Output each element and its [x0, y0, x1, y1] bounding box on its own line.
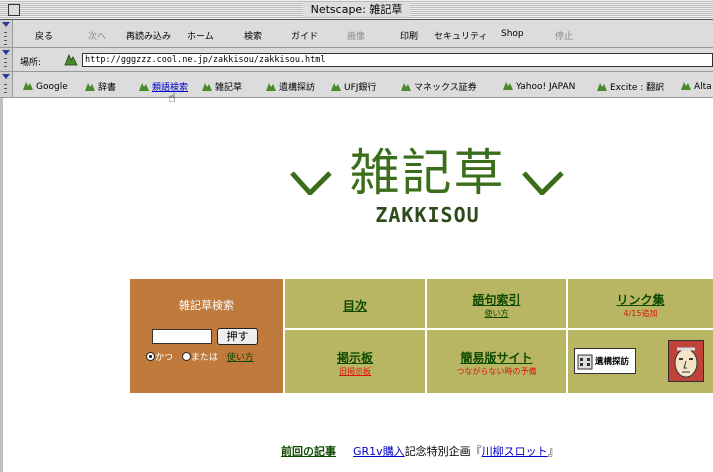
bbs-cell: 掲示板 旧掲示板: [285, 330, 425, 393]
old-bbs-link[interactable]: 旧掲示板: [285, 366, 425, 377]
search-panel-title: 雑記草検索: [179, 299, 234, 312]
bookmark-ufj-bank[interactable]: UFJ銀行: [330, 80, 376, 93]
back-button[interactable]: 戻る: [35, 29, 53, 42]
bookmark-icon: [503, 82, 513, 90]
toolbar-collapse-tab[interactable]: [0, 20, 13, 47]
bbs-link[interactable]: 掲示板: [285, 349, 425, 366]
right-sprout-icon: [522, 171, 564, 195]
index-howto-link[interactable]: 使い方: [427, 308, 566, 319]
prev-article-link[interactable]: 前回の記事: [281, 445, 336, 458]
logo-latin: ZAKKISOU: [375, 203, 480, 227]
page-proxy-icon[interactable]: [64, 53, 78, 66]
location-label: 場所:: [20, 58, 42, 68]
forward-button[interactable]: 次へ: [88, 29, 106, 42]
window-left-edge: [0, 98, 3, 472]
face-portrait-image[interactable]: [668, 340, 704, 382]
bookmark-icon: [139, 83, 149, 91]
close-box[interactable]: [8, 4, 20, 16]
purchase-link[interactable]: 購入: [383, 445, 405, 458]
lite-site-cell: 簡易版サイト つながらない時の予備: [427, 330, 566, 393]
building-icon: [577, 354, 593, 370]
bookmark-alta[interactable]: Alta: [680, 80, 712, 92]
bookmark-icon: [597, 83, 607, 91]
bookmark-dictionary[interactable]: 辞書: [84, 80, 116, 93]
bookmark-icon: [331, 83, 341, 91]
radio-or[interactable]: [181, 352, 191, 361]
bookmark-icon: [202, 83, 212, 91]
hand-cursor-icon: ☝: [168, 91, 176, 106]
senryu-slot-link[interactable]: 川柳スロット: [482, 445, 548, 458]
links-link[interactable]: リンク集: [568, 291, 713, 308]
security-button[interactable]: セキュリティ: [434, 29, 487, 42]
guide-button[interactable]: ガイド: [291, 29, 318, 42]
bookmark-monex[interactable]: マネックス証券: [400, 80, 477, 93]
footer-mid-text: 記念特別企画『: [404, 445, 482, 458]
images-button[interactable]: 画像: [347, 29, 365, 42]
left-sprout-icon: [290, 171, 332, 195]
face-icon: [674, 347, 698, 378]
nav-grid: 雑記草検索 押す かつ または 使い方 目次 語句索引 使い方 リンク集 4/1…: [130, 279, 713, 393]
search-input[interactable]: [152, 329, 212, 344]
index-cell: 語句索引 使い方: [427, 279, 566, 328]
bookmarks-toolbar: Google 辞書 類語検索 雑記草 遺構探訪 UFJ銀行 マネックス証券 Ya…: [0, 72, 713, 98]
bookmark-excite-translate[interactable]: Excite : 翻訳: [596, 80, 664, 93]
toc-cell: 目次: [285, 279, 425, 328]
print-button[interactable]: 印刷: [400, 29, 418, 42]
shop-button[interactable]: Shop: [501, 29, 524, 39]
location-collapse-tab[interactable]: [0, 48, 13, 71]
radio-or-label: または: [190, 353, 218, 363]
radio-and[interactable]: [146, 352, 155, 361]
links-cell: リンク集 4/15追加: [568, 279, 713, 328]
index-link[interactable]: 語句索引: [427, 291, 566, 308]
bookmark-yahoo-japan[interactable]: Yahoo! JAPAN: [502, 80, 575, 92]
search-mode-radios: かつ または 使い方: [146, 350, 254, 363]
search-submit-button[interactable]: 押す: [217, 328, 258, 345]
footer-line: 前回の記事 GR1v購入記念特別企画『川柳スロット』: [281, 443, 559, 459]
banner-label: 遺構探訪: [595, 357, 630, 367]
gr1v-link[interactable]: GR1v: [353, 445, 383, 458]
bookmark-ikoutanbou[interactable]: 遺構探訪: [265, 80, 315, 93]
ikoutanbou-banner[interactable]: 遺構探訪: [574, 348, 636, 374]
toc-link[interactable]: 目次: [343, 299, 367, 313]
lite-site-link[interactable]: 簡易版サイト: [427, 349, 566, 366]
site-logo: 雑記草 ZAKKISOU: [290, 144, 565, 235]
reload-button[interactable]: 再読み込み: [126, 29, 171, 42]
bookmarks-collapse-tab[interactable]: [0, 72, 13, 97]
bookmark-icon: [401, 83, 411, 91]
radio-and-label: かつ: [155, 353, 174, 363]
search-panel: 雑記草検索 押す かつ または 使い方: [130, 279, 283, 393]
bookmark-icon: [266, 83, 276, 91]
home-button[interactable]: ホーム: [187, 29, 214, 42]
navigation-toolbar: 戻る 次へ 再読み込み ホーム 検索 ガイド 画像 印刷 セキュリティ Shop…: [0, 20, 713, 48]
banner-cell: 遺構探訪: [568, 330, 713, 393]
bookmark-thesaurus[interactable]: 類語検索: [138, 80, 188, 93]
bookmark-zakkisou[interactable]: 雑記草: [201, 80, 242, 93]
search-button[interactable]: 検索: [244, 29, 262, 42]
window-title-bar[interactable]: Netscape: 雑記草: [0, 0, 713, 20]
bookmark-icon: [681, 82, 691, 90]
url-field[interactable]: http://gggzzz.cool.ne.jp/zakkisou/zakkis…: [82, 53, 713, 67]
stop-button[interactable]: 停止: [555, 29, 573, 42]
footer-end-text: 』: [547, 445, 559, 458]
links-updated-note: 4/15追加: [623, 309, 658, 318]
location-toolbar: 場所: http://gggzzz.cool.ne.jp/zakkisou/za…: [0, 48, 713, 72]
logo-kanji: 雑記草: [349, 144, 506, 202]
bookmark-icon: [85, 83, 95, 91]
bookmark-icon: [23, 82, 33, 90]
window-title: Netscape: 雑記草: [302, 2, 411, 17]
lite-site-note: つながらない時の予備: [456, 367, 537, 376]
bookmark-google[interactable]: Google: [22, 80, 68, 92]
search-howto-link[interactable]: 使い方: [227, 353, 254, 363]
